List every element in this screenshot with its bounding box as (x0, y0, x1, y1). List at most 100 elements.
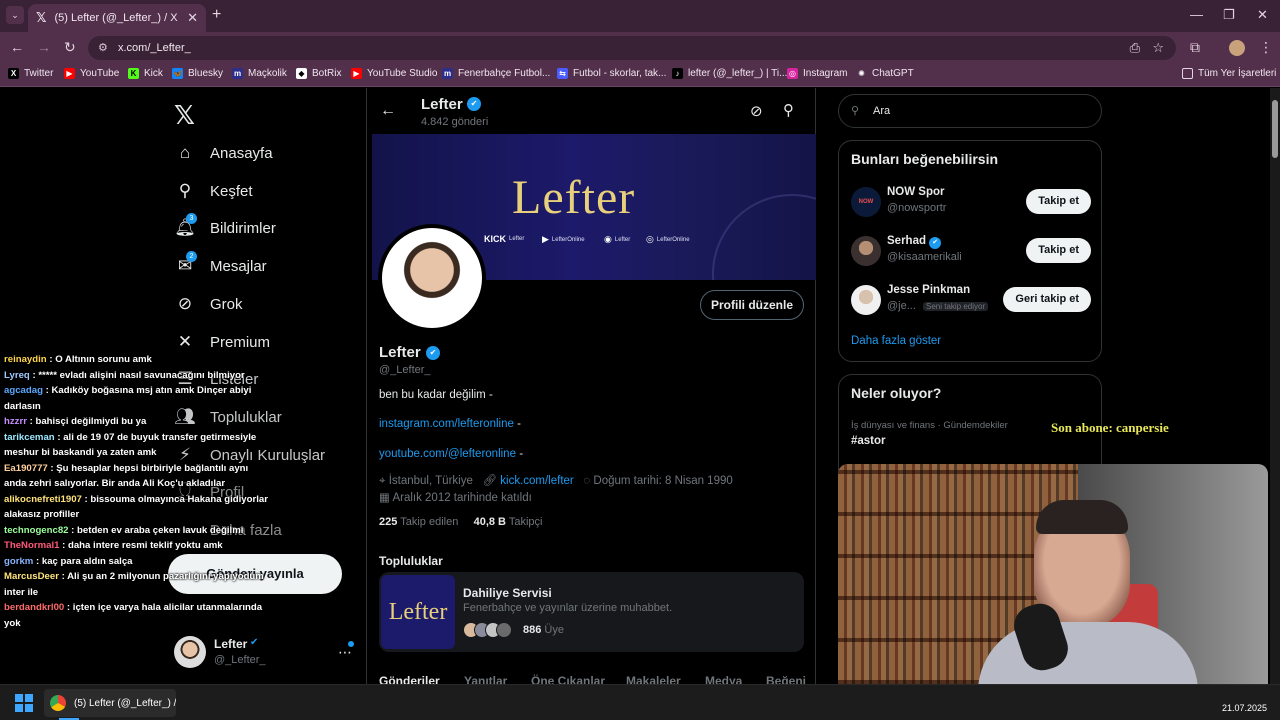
bookmark-item[interactable]: ◆ BotRix (296, 68, 341, 79)
joined-row: ▦ Aralık 2012 tarihinde katıldı (379, 490, 532, 504)
profile-avatar-icon[interactable] (1229, 40, 1245, 56)
sidebar-item-premium[interactable]: ✕ Premium (174, 331, 270, 353)
webcam-overlay (838, 464, 1268, 684)
profile-name: Lefter (379, 344, 421, 361)
suggestion-item[interactable]: Jesse Pinkman @je... Seni takip ediyor G… (851, 282, 1091, 318)
bookmark-item[interactable]: ▶ YouTube (64, 68, 119, 79)
chat-username: gorkm (4, 555, 34, 567)
instagram-link[interactable]: instagram.com/lefteronline (379, 418, 514, 430)
bookmark-item[interactable]: 🦋 Bluesky (172, 68, 223, 79)
bookmark-item[interactable]: X Twitter (8, 68, 53, 79)
site-info-icon[interactable]: ⚙ (98, 36, 108, 60)
sidebar-item-messages[interactable]: ✉ 2 Mesajlar (174, 251, 267, 277)
trend-name[interactable]: #astor (851, 435, 886, 447)
menu-icon[interactable]: ⋮ (1259, 39, 1273, 56)
bookmark-item[interactable]: ⇆ Futbol - skorlar, tak... (557, 68, 666, 79)
communities-title: Topluluklar (379, 554, 443, 568)
trends-title: Neler oluyor? (851, 385, 942, 401)
address-bar[interactable]: ⚙ x.com/_Lefter_ ⎙ ☆ (88, 36, 1176, 60)
new-tab-button[interactable]: + (212, 6, 221, 24)
suggestions-panel: Bunları beğenebilirsin NOW NOW Spor @now… (838, 140, 1102, 362)
suggestion-item[interactable]: NOW NOW Spor @nowsportr Takip et (851, 184, 1091, 220)
back-icon[interactable]: ← (10, 39, 24, 55)
youtube-studio-icon: ▶ (351, 68, 362, 79)
chat-username: MarcusDeer (4, 571, 59, 582)
bluesky-icon: 🦋 (172, 68, 183, 79)
back-arrow-icon[interactable]: ← (380, 102, 396, 120)
search-input[interactable]: ⚲ Ara (838, 94, 1102, 128)
bookmark-item[interactable]: m Fenerbahçe Futbol... (442, 68, 550, 79)
bookmark-star-icon[interactable]: ☆ (1152, 36, 1164, 60)
sidebar-item-notifications[interactable]: 🔔︎ 3 Bildirimler (174, 213, 276, 239)
last-subscriber-overlay: Son abone: canpersie (1051, 420, 1169, 435)
extensions-icon[interactable]: ⧉ (1190, 39, 1200, 56)
tab-replies[interactable]: Yanıtlar (464, 674, 507, 684)
scrollbar-thumb[interactable] (1272, 100, 1278, 158)
community-desc: Fenerbahçe ve yayınlar üzerine muhabbet. (463, 602, 673, 614)
post-count: 4.842 gönderi (421, 116, 489, 128)
search-icon[interactable]: ⚲ (783, 101, 794, 119)
all-bookmarks[interactable]: Tüm Yer İşaretleri (1182, 68, 1276, 79)
taskbar-date: 21.07.2025 (1222, 703, 1268, 713)
bookmark-item[interactable]: ▶ YouTube Studio (351, 68, 437, 79)
scrollbar-track[interactable] (1270, 88, 1280, 684)
bookmark-item[interactable]: ✺ ChatGPT (856, 68, 914, 79)
grok-icon[interactable]: ⊘ (750, 102, 763, 120)
reload-icon[interactable]: ↻ (64, 39, 76, 56)
bookmark-item[interactable]: ♪ lefter (@_lefter_) | Ti... (672, 68, 787, 79)
stream-chat-overlay: reinaydin : O Altının sorunu amk Lyreq : … (0, 352, 270, 631)
youtube-link[interactable]: youtube.com/@lefteronline (379, 448, 516, 460)
tab-likes[interactable]: Beğeni (766, 674, 806, 684)
minimize-icon[interactable]: — (1190, 7, 1203, 22)
banner-social-instagram: ◎ LefterOnline (646, 234, 690, 244)
install-app-icon[interactable]: ⎙ (1130, 36, 1140, 60)
show-more-link[interactable]: Daha fazla göster (851, 335, 941, 347)
website-link[interactable]: kick.com/lefter (500, 475, 574, 487)
nowspor-avatar: NOW (851, 187, 881, 217)
bookmark-item[interactable]: m Maçkolik (232, 68, 287, 79)
chat-message: gorkm : kaç para aldın salça (4, 555, 133, 567)
follow-button[interactable]: Takip et (1026, 189, 1091, 214)
taskbar-chrome-window[interactable]: (5) Lefter (@_Lefter_) / X (44, 689, 176, 717)
tab-media[interactable]: Medya (705, 674, 742, 684)
calendar-icon: ▦ (379, 492, 390, 504)
chat-message: alikocnefreti1907 : bissouma olmayınca H… (4, 493, 268, 521)
community-card[interactable]: Lefter Dahiliye Servisi Fenerbahçe ve ya… (379, 572, 804, 652)
tab-close-icon[interactable]: ✕ (187, 10, 198, 26)
bookmark-item[interactable]: K Kick (128, 68, 163, 79)
following-link[interactable]: 225 Takip edilen (379, 516, 458, 528)
maximize-icon[interactable]: ❐ (1223, 7, 1235, 23)
url-text: x.com/_Lefter_ (118, 42, 191, 54)
x-icon: X (8, 68, 19, 79)
edit-profile-button[interactable]: Profili düzenle (700, 290, 804, 320)
chat-username: agcadag (4, 385, 43, 396)
bookmark-item[interactable]: ◎ Instagram (787, 68, 847, 79)
tab-articles[interactable]: Makaleler (626, 674, 681, 684)
windows-start-icon[interactable] (15, 694, 33, 712)
tab-highlights[interactable]: Öne Çıkanlar (531, 674, 605, 684)
account-avatar[interactable] (174, 636, 206, 668)
sidebar-item-grok[interactable]: ⊘ Grok (174, 293, 243, 315)
x-logo-icon[interactable]: 𝕏 (174, 100, 195, 131)
follow-button[interactable]: Takip et (1026, 238, 1091, 263)
community-members: 886 Üye (523, 624, 564, 636)
browser-tab[interactable]: 𝕏 (5) Lefter (@_Lefter_) / X ✕ (28, 4, 206, 32)
suggestions-title: Bunları beğenebilirsin (851, 151, 999, 167)
sidebar-item-home[interactable]: ⌂ Anasayfa (174, 142, 273, 164)
window-close-icon[interactable]: ✕ (1257, 7, 1268, 23)
followers-link[interactable]: 40,8 B Takipçi (474, 516, 543, 528)
chat-message: technogenc82 : betden ev araba çeken lav… (4, 524, 244, 536)
jesse-avatar (851, 285, 881, 315)
follow-back-button[interactable]: Geri takip et (1003, 287, 1091, 312)
suggestion-item[interactable]: Serhad ✔ @kisaamerikali Takip et (851, 233, 1091, 269)
joined-text: Aralık 2012 tarihinde katıldı (392, 492, 532, 504)
tab-search-button[interactable]: ⌄ (6, 6, 24, 24)
profile-avatar[interactable] (378, 224, 486, 332)
sidebar-item-explore[interactable]: ⚲ Keşfet (174, 180, 253, 202)
chatgpt-icon: ✺ (858, 69, 865, 78)
forward-icon[interactable]: → (37, 39, 51, 55)
birthday-icon: ◌ (583, 475, 591, 487)
tab-posts[interactable]: Gönderiler (379, 674, 440, 684)
x-icon: ✕ (177, 332, 193, 351)
chat-username: hzzrr (4, 416, 27, 427)
